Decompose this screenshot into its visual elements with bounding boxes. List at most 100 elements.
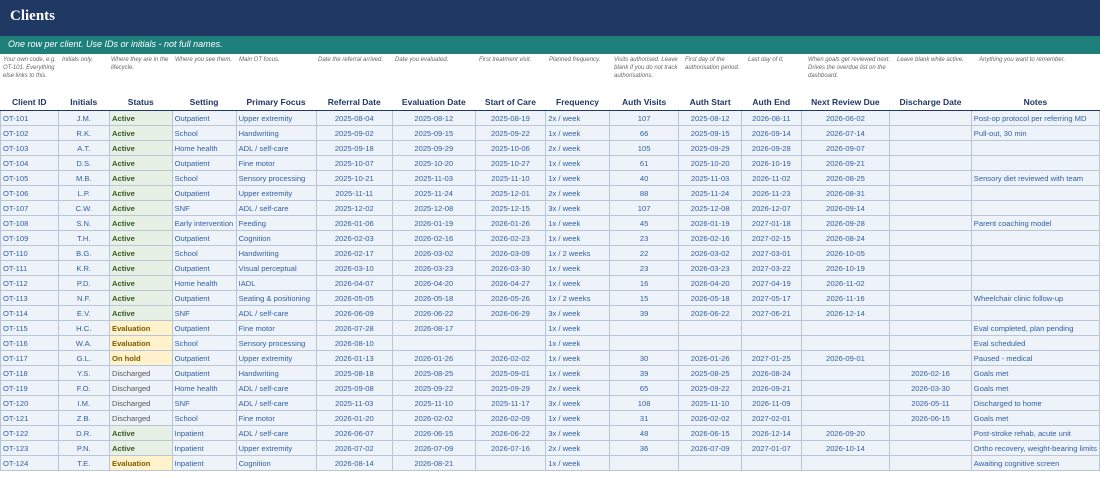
cell-primary-focus[interactable]: IADL	[235, 275, 317, 291]
cell-auth-end[interactable]: 2027-03-22	[740, 260, 802, 276]
cell-evaluation-date[interactable]: 2026-01-26	[392, 350, 476, 366]
cell-next-review-due[interactable]: 2026-09-20	[800, 425, 891, 441]
cell-status[interactable]: Active	[109, 110, 173, 126]
cell-auth-end[interactable]: 2027-04-19	[740, 275, 802, 291]
cell-setting[interactable]: SNF	[171, 395, 237, 411]
cell-client-id[interactable]: OT-120	[0, 395, 59, 411]
cell-evaluation-date[interactable]: 2026-03-02	[392, 245, 476, 261]
cell-client-id[interactable]: OT-104	[0, 155, 59, 171]
cell-auth-start[interactable]: 2025-11-10	[678, 395, 742, 411]
cell-client-id[interactable]: OT-107	[0, 200, 59, 216]
cell-start-of-care[interactable]: 2025-11-17	[474, 395, 547, 411]
cell-evaluation-date[interactable]: 2025-09-29	[392, 140, 476, 156]
table-row[interactable]: OT-121 Z.B. Discharged School Fine motor 2026…	[0, 410, 1100, 426]
cell-setting[interactable]: School	[171, 170, 237, 186]
cell-auth-visits[interactable]: 39	[608, 305, 680, 321]
cell-frequency[interactable]: 1x / week	[545, 320, 610, 336]
cell-frequency[interactable]: 1x / week	[545, 170, 610, 186]
cell-next-review-due[interactable]	[800, 380, 891, 396]
table-row[interactable]: OT-102 R.K. Active School Handwriting 2025-09…	[0, 125, 1100, 141]
cell-discharge-date[interactable]	[889, 275, 972, 291]
cell-setting[interactable]: Outpatient	[171, 110, 237, 126]
cell-evaluation-date[interactable]: 2026-08-17	[392, 320, 476, 336]
cell-next-review-due[interactable]	[800, 365, 891, 381]
cell-auth-start[interactable]: 2026-07-09	[678, 440, 742, 456]
cell-referral-date[interactable]: 2026-08-10	[315, 335, 394, 351]
cell-frequency[interactable]: 1x / week	[545, 125, 610, 141]
cell-evaluation-date[interactable]: 2026-07-09	[392, 440, 476, 456]
cell-notes[interactable]: Post-stroke rehab, acute unit	[970, 425, 1100, 441]
cell-referral-date[interactable]: 2025-09-02	[315, 125, 394, 141]
cell-notes[interactable]	[970, 230, 1100, 246]
table-row[interactable]: OT-101 J.M. Active Outpatient Upper extremit…	[0, 110, 1100, 126]
cell-start-of-care[interactable]: 2025-09-29	[474, 380, 547, 396]
cell-discharge-date[interactable]	[889, 125, 972, 141]
column-header-next-review-due[interactable]: Next Review Due	[801, 94, 890, 111]
cell-auth-visits[interactable]: 23	[608, 230, 680, 246]
cell-setting[interactable]: School	[171, 125, 237, 141]
cell-setting[interactable]: Outpatient	[171, 155, 237, 171]
cell-initials[interactable]: R.K.	[57, 125, 111, 141]
cell-start-of-care[interactable]: 2025-09-01	[474, 365, 547, 381]
table-row[interactable]: OT-110 B.G. Active School Handwriting 2026-02…	[0, 245, 1100, 261]
cell-initials[interactable]: E.V.	[57, 305, 111, 321]
cell-status[interactable]: On hold	[109, 350, 173, 366]
cell-primary-focus[interactable]: Visual perceptual	[235, 260, 317, 276]
cell-next-review-due[interactable]	[800, 335, 891, 351]
cell-auth-visits[interactable]	[608, 455, 680, 471]
cell-primary-focus[interactable]: Handwriting	[235, 365, 317, 381]
cell-status[interactable]: Discharged	[109, 410, 173, 426]
cell-setting[interactable]: Inpatient	[171, 425, 237, 441]
cell-auth-visits[interactable]: 36	[608, 440, 680, 456]
cell-discharge-date[interactable]	[889, 455, 972, 471]
cell-evaluation-date[interactable]: 2025-11-24	[392, 185, 476, 201]
cell-initials[interactable]: Z.B.	[57, 410, 111, 426]
cell-frequency[interactable]: 1x / week	[545, 365, 610, 381]
cell-auth-start[interactable]: 2026-01-26	[678, 350, 742, 366]
cell-initials[interactable]: B.G.	[57, 245, 111, 261]
cell-discharge-date[interactable]	[889, 140, 972, 156]
cell-status[interactable]: Active	[109, 245, 173, 261]
cell-setting[interactable]: Inpatient	[171, 455, 237, 471]
cell-auth-visits[interactable]	[608, 335, 680, 351]
cell-auth-start[interactable]: 2025-12-08	[678, 200, 742, 216]
column-header-referral-date[interactable]: Referral Date	[316, 94, 393, 111]
cell-next-review-due[interactable]: 2026-09-14	[800, 200, 891, 216]
cell-evaluation-date[interactable]: 2025-12-08	[392, 200, 476, 216]
cell-next-review-due[interactable]: 2026-10-14	[800, 440, 891, 456]
cell-setting[interactable]: Outpatient	[171, 290, 237, 306]
cell-referral-date[interactable]: 2026-01-20	[315, 410, 394, 426]
cell-auth-start[interactable]: 2025-08-12	[678, 110, 742, 126]
cell-discharge-date[interactable]	[889, 200, 972, 216]
column-header-frequency[interactable]: Frequency	[545, 94, 610, 111]
cell-notes[interactable]	[970, 275, 1100, 291]
cell-auth-start[interactable]: 2026-02-16	[678, 230, 742, 246]
cell-frequency[interactable]: 3x / week	[545, 395, 610, 411]
cell-next-review-due[interactable]	[800, 410, 891, 426]
table-row[interactable]: OT-114 E.V. Active SNF ADL / self-care 2026-0…	[0, 305, 1100, 321]
cell-referral-date[interactable]: 2025-10-21	[315, 170, 394, 186]
column-header-auth-end[interactable]: Auth End	[741, 94, 802, 111]
cell-initials[interactable]: F.O.	[57, 380, 111, 396]
cell-client-id[interactable]: OT-117	[0, 350, 59, 366]
cell-next-review-due[interactable]: 2026-12-14	[800, 305, 891, 321]
cell-referral-date[interactable]: 2026-08-14	[315, 455, 394, 471]
cell-notes[interactable]: Awaiting cognitive screen	[970, 455, 1100, 471]
cell-notes[interactable]: Post-op protocol per referring MD	[970, 110, 1100, 126]
cell-referral-date[interactable]: 2025-11-11	[315, 185, 394, 201]
cell-auth-end[interactable]: 2027-02-01	[740, 410, 802, 426]
cell-auth-start[interactable]: 2026-02-02	[678, 410, 742, 426]
cell-initials[interactable]: M.B.	[57, 170, 111, 186]
cell-discharge-date[interactable]	[889, 350, 972, 366]
cell-next-review-due[interactable]: 2026-11-02	[800, 275, 891, 291]
cell-auth-visits[interactable]: 45	[608, 215, 680, 231]
cell-status[interactable]: Active	[109, 230, 173, 246]
column-header-auth-visits[interactable]: Auth Visits	[609, 94, 679, 111]
cell-auth-visits[interactable]: 15	[608, 290, 680, 306]
cell-discharge-date[interactable]	[889, 260, 972, 276]
cell-client-id[interactable]: OT-103	[0, 140, 59, 156]
cell-auth-visits[interactable]	[608, 320, 680, 336]
cell-client-id[interactable]: OT-112	[0, 275, 59, 291]
cell-setting[interactable]: SNF	[171, 305, 237, 321]
cell-notes[interactable]: Ortho recovery, weight-bearing limits	[970, 440, 1100, 456]
